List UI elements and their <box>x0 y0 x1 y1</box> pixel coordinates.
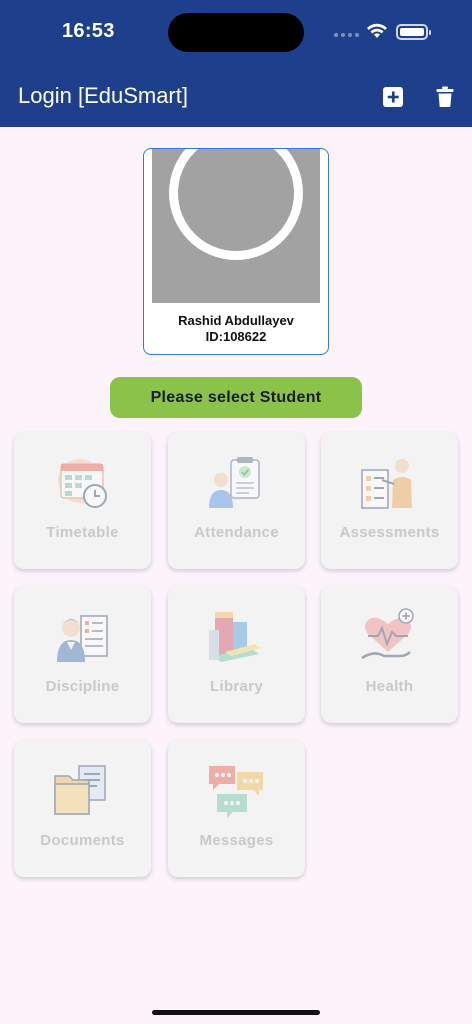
status-time: 16:53 <box>62 20 115 42</box>
status-bar: 16:53 <box>0 0 472 66</box>
documents-icon <box>54 765 106 815</box>
timetable-icon <box>58 459 107 508</box>
tile-label: Documents <box>40 832 125 849</box>
tile-label: Messages <box>199 832 274 849</box>
tile-timetable[interactable]: Timetable <box>14 432 151 569</box>
cellular-signal-icon <box>334 33 359 37</box>
attendance-icon <box>209 457 260 508</box>
discipline-icon <box>57 615 108 662</box>
dynamic-island <box>168 13 304 52</box>
home-indicator[interactable] <box>152 1010 320 1015</box>
library-icon <box>209 612 261 662</box>
battery-icon <box>396 24 431 40</box>
add-square-icon[interactable] <box>381 85 405 109</box>
tile-label: Timetable <box>46 524 119 541</box>
tile-label: Attendance <box>194 524 279 541</box>
tile-assessments[interactable]: Assessments <box>321 432 458 569</box>
tile-discipline[interactable]: Discipline <box>14 586 151 723</box>
tile-messages[interactable]: Messages <box>168 740 305 877</box>
trash-icon[interactable] <box>433 85 457 109</box>
select-student-button[interactable]: Please select Student <box>110 377 362 418</box>
tile-label: Health <box>365 678 414 695</box>
student-profile-card[interactable]: Rashid Abdullayev ID:108622 <box>143 148 329 355</box>
tile-documents[interactable]: Documents <box>14 740 151 877</box>
student-name: Rashid Abdullayev <box>178 313 294 328</box>
app-title: Login [EduSmart] <box>18 83 188 108</box>
messages-icon <box>209 766 263 818</box>
tile-attendance[interactable]: Attendance <box>168 432 305 569</box>
tile-label: Discipline <box>45 678 120 695</box>
tile-health[interactable]: Health <box>321 586 458 723</box>
health-icon <box>361 608 414 660</box>
avatar-placeholder-icon <box>152 149 320 303</box>
app-bar: Login [EduSmart] <box>0 66 472 127</box>
tile-library[interactable]: Library <box>168 586 305 723</box>
wifi-icon <box>367 23 387 38</box>
assessments-icon <box>361 459 412 509</box>
tile-label: Library <box>210 678 263 695</box>
tile-label: Assessments <box>339 524 440 541</box>
student-id: ID:108622 <box>205 329 267 344</box>
